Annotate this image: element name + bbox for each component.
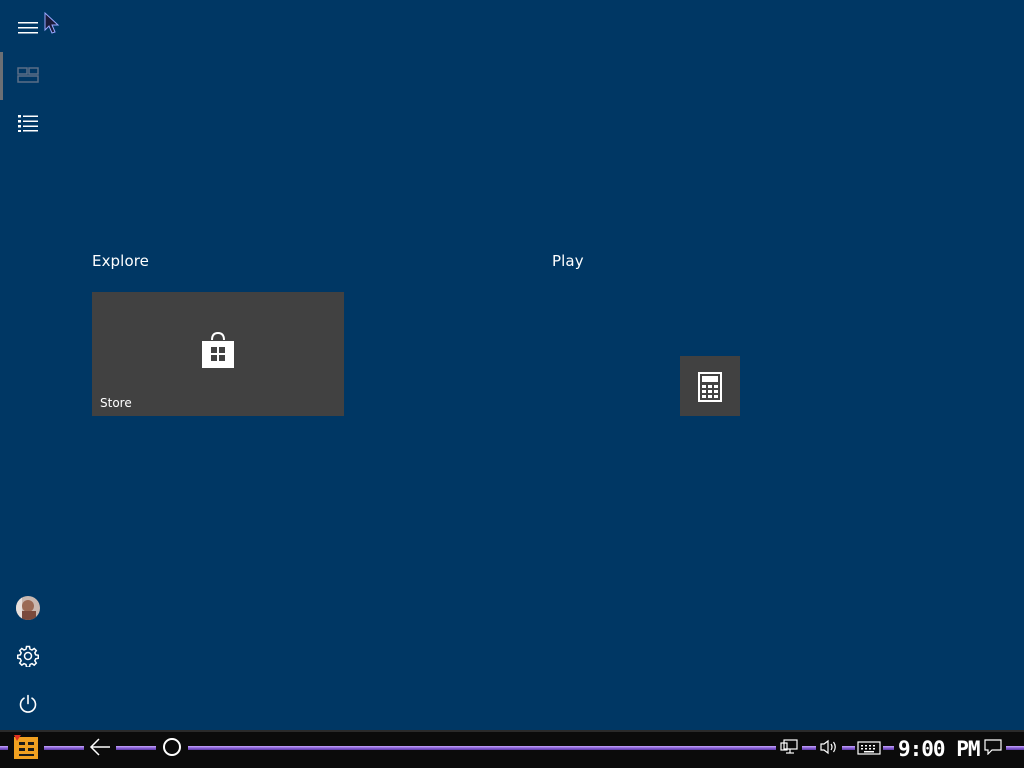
hamburger-menu-icon xyxy=(18,21,38,35)
settings-button[interactable] xyxy=(8,636,48,676)
taskbar-edge xyxy=(0,730,1024,732)
all-apps-button[interactable] xyxy=(8,103,48,143)
power-icon xyxy=(18,694,38,714)
start-button[interactable] xyxy=(8,734,44,764)
calculator-tile[interactable] xyxy=(680,356,740,416)
store-bag-icon xyxy=(200,330,236,374)
volume-button[interactable] xyxy=(816,734,842,764)
user-avatar xyxy=(16,596,40,620)
store-tile[interactable]: Store xyxy=(92,292,344,416)
all-apps-list-icon xyxy=(18,114,38,132)
user-account-button[interactable] xyxy=(8,588,48,628)
hamburger-menu-button[interactable] xyxy=(8,8,48,48)
settings-gear-icon xyxy=(17,645,39,667)
volume-icon xyxy=(819,739,839,759)
tiles-view-icon xyxy=(17,67,39,83)
start-logo-icon xyxy=(11,733,41,765)
power-button[interactable] xyxy=(8,684,48,724)
calculator-icon xyxy=(698,372,722,406)
back-arrow-icon xyxy=(89,738,111,760)
mouse-pointer-icon xyxy=(44,11,60,38)
touch-keyboard-button[interactable] xyxy=(855,734,883,764)
group-title-play: Play xyxy=(552,252,584,270)
action-center-icon xyxy=(984,739,1002,759)
keyboard-icon xyxy=(857,740,881,759)
rail-selection-indicator xyxy=(0,52,3,100)
back-button[interactable] xyxy=(84,734,116,764)
group-title-explore: Explore xyxy=(92,252,149,270)
network-icon xyxy=(780,739,798,759)
search-circle-icon xyxy=(162,737,182,761)
taskbar-clock[interactable]: 9:00 PM xyxy=(894,733,984,765)
search-button[interactable] xyxy=(156,734,188,764)
taskbar: 9:00 PM xyxy=(0,730,1024,768)
action-center-button[interactable] xyxy=(980,734,1006,764)
store-tile-label: Store xyxy=(100,396,132,410)
network-button[interactable] xyxy=(776,734,802,764)
tiles-view-button[interactable] xyxy=(8,55,48,95)
